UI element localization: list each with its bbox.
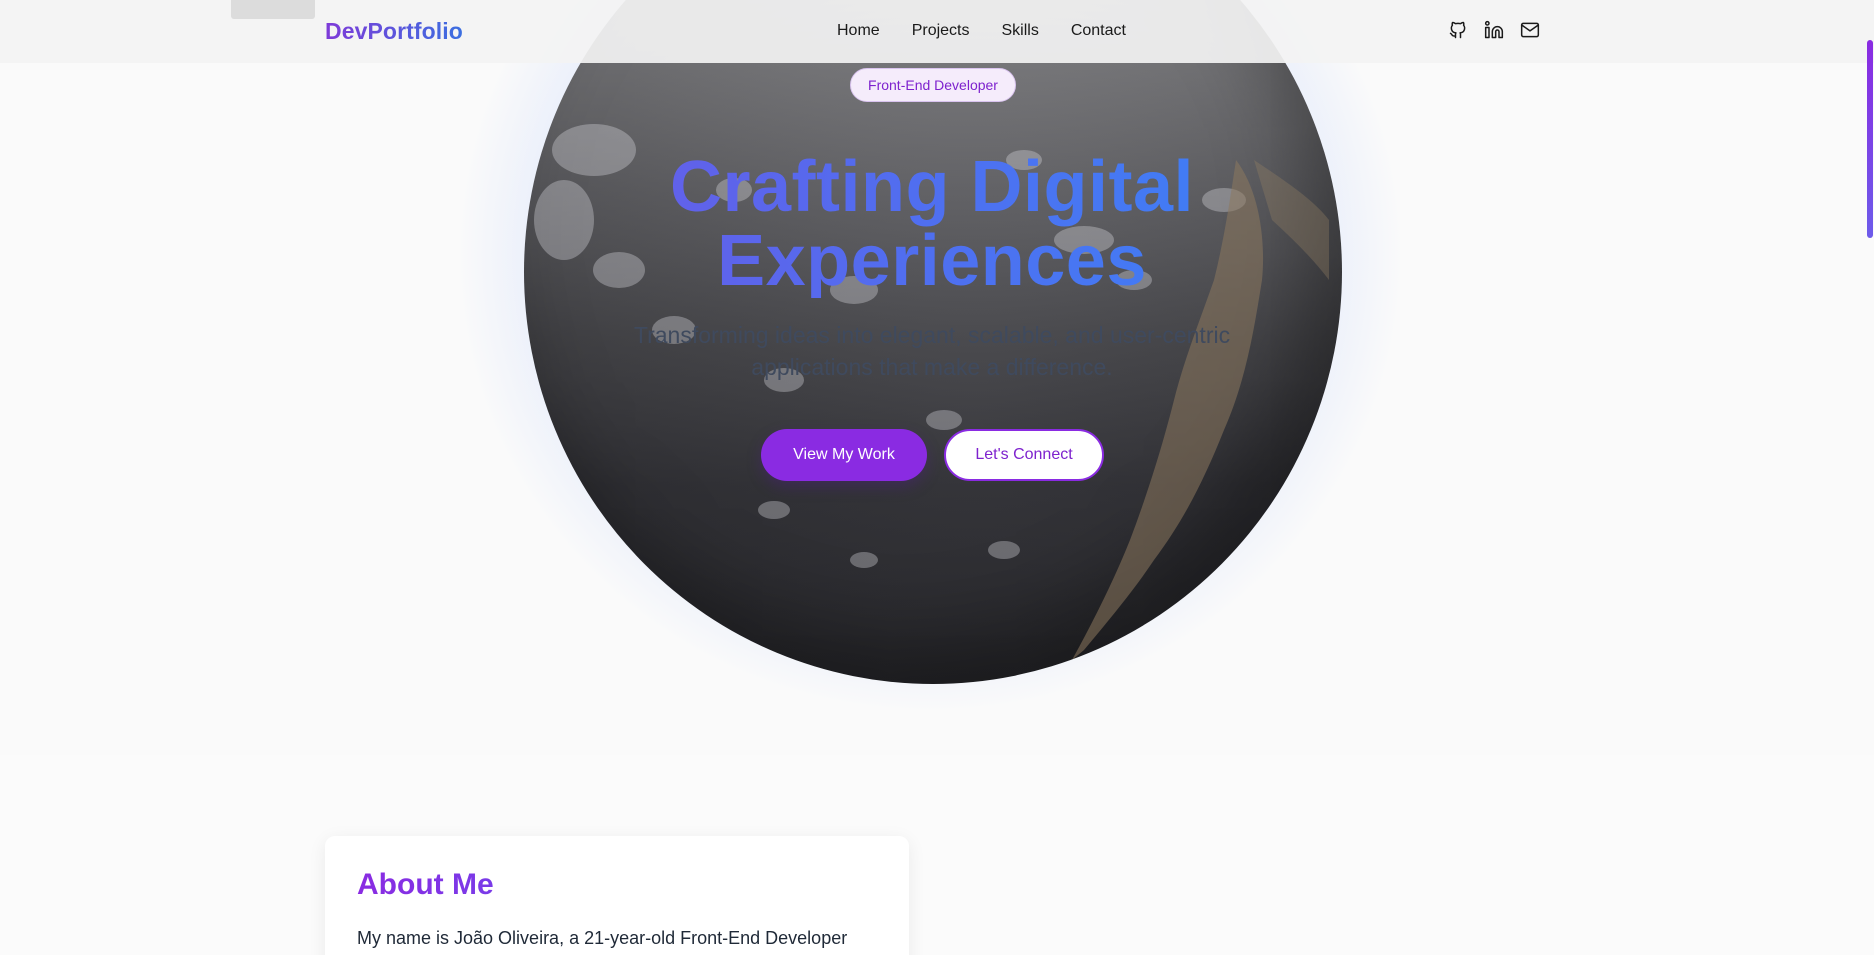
top-navbar: DevPortfolio Home Projects Skills Contac…	[0, 0, 1874, 63]
nav-link-contact[interactable]: Contact	[1071, 21, 1126, 41]
scrollbar-thumb[interactable]	[1867, 40, 1873, 238]
github-icon[interactable]	[1447, 19, 1469, 41]
hero-subtitle-line2: applications that make a difference.	[751, 354, 1113, 380]
hero-title-line1: Crafting Digital	[670, 147, 1194, 227]
about-text: My name is João Oliveira, a 21-year-old …	[357, 928, 848, 948]
nav-link-skills[interactable]: Skills	[1001, 21, 1038, 41]
about-card: About Me My name is João Oliveira, a 21-…	[325, 836, 909, 955]
linkedin-icon[interactable]	[1483, 19, 1505, 41]
about-title: About Me	[357, 868, 494, 901]
hero-subtitle-line1: Transforming ideas into elegant, scalabl…	[633, 322, 1231, 348]
lets-connect-button[interactable]: Let's Connect	[944, 429, 1104, 481]
navbar-ghost-tab	[231, 0, 315, 19]
role-badge: Front-End Developer	[850, 68, 1016, 102]
nav-links: Home Projects Skills Contact	[837, 21, 1158, 41]
nav-link-projects[interactable]: Projects	[912, 21, 970, 41]
page-scrollbar[interactable]	[1866, 0, 1874, 955]
hero-section: Front-End Developer Crafting Digital Exp…	[0, 0, 1874, 755]
hero-title-line2: Experiences	[717, 221, 1147, 301]
mail-icon[interactable]	[1519, 19, 1541, 41]
social-icons	[1447, 19, 1541, 41]
portfolio-page: Front-End Developer Crafting Digital Exp…	[0, 0, 1874, 955]
hero-title: Crafting Digital Experiences	[537, 150, 1327, 298]
hero-subtitle: Transforming ideas into elegant, scalabl…	[582, 319, 1282, 383]
brand-logo[interactable]: DevPortfolio	[325, 18, 463, 45]
view-my-work-button[interactable]: View My Work	[761, 429, 927, 481]
nav-link-home[interactable]: Home	[837, 21, 880, 41]
